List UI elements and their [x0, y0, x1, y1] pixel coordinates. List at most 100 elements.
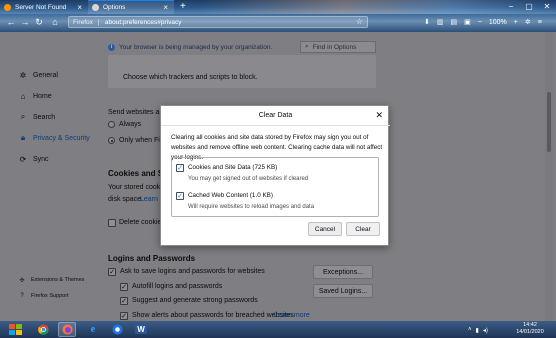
- chevron-up-icon[interactable]: ˄: [468, 327, 472, 333]
- dialog-title: Clear Data: [161, 106, 390, 126]
- tab-close-icon[interactable]: ×: [77, 3, 82, 12]
- close-icon[interactable]: ✕: [375, 110, 383, 121]
- sidebar-footer-label: Firefox Support: [31, 293, 69, 299]
- cached-content-sub: Will require websites to reload images a…: [188, 204, 315, 210]
- zoom-in-icon[interactable]: +: [514, 19, 518, 26]
- dnt-always-radio[interactable]: [108, 121, 115, 128]
- sidebar-item-label: Home: [33, 92, 52, 100]
- puzzle-icon: ✣: [19, 277, 25, 284]
- cancel-button[interactable]: Cancel: [308, 222, 342, 236]
- sidebar-footer-extensions[interactable]: ✣ Extensions & Themes: [18, 275, 84, 285]
- policy-notice[interactable]: i Your browser is being managed by your …: [108, 42, 300, 52]
- start-button[interactable]: [7, 322, 25, 337]
- cookies-text-2: disk space.: [108, 196, 144, 203]
- exceptions-button[interactable]: Exceptions...: [313, 265, 373, 279]
- tab-options[interactable]: Options ×: [88, 0, 174, 14]
- library-icon[interactable]: ▥: [437, 18, 444, 26]
- network-icon[interactable]: ▮: [476, 327, 479, 334]
- dnt-only-radio[interactable]: [108, 137, 115, 144]
- url-text: about:preferences#privacy: [104, 18, 182, 26]
- sidebar-footer-support[interactable]: ? Firefox Support: [18, 291, 69, 301]
- url-brand: Firefox: [73, 18, 99, 26]
- screenshot-icon[interactable]: ▣: [464, 18, 471, 26]
- saved-logins-button[interactable]: Saved Logins...: [313, 284, 373, 298]
- menu-icon[interactable]: ≡: [538, 19, 542, 26]
- zoom-out-icon[interactable]: −: [478, 19, 482, 26]
- volume-icon[interactable]: ◂): [483, 327, 488, 334]
- warning-icon: [4, 3, 11, 11]
- cookies-site-data-checkbox[interactable]: ✓: [176, 164, 184, 172]
- sidebar-item-sync[interactable]: ⟳ Sync: [18, 153, 49, 165]
- windows-logo-icon: [9, 323, 22, 335]
- lock-icon: 🔒︎: [20, 133, 26, 142]
- tab-server-not-found[interactable]: Server Not Found ×: [0, 0, 88, 14]
- sync-icon: ⟳: [19, 154, 27, 164]
- reload-button[interactable]: ↻: [32, 15, 46, 29]
- close-window-button[interactable]: ✕: [538, 0, 556, 14]
- maximize-button[interactable]: ▢: [520, 0, 538, 14]
- downloads-icon[interactable]: ⬇: [424, 18, 430, 26]
- tab-title: Server Not Found: [15, 3, 67, 11]
- alerts-label: Show alerts about passwords for breached…: [132, 312, 294, 319]
- sidebar-item-label: Search: [33, 113, 56, 121]
- cookies-site-data-sub: You may get signed out of websites if cl…: [188, 176, 309, 182]
- sidebar-item-label: Sync: [33, 155, 49, 163]
- clear-data-dialog: Clear Data ✕ Clearing all cookies and si…: [160, 105, 390, 246]
- gear-icon: [92, 4, 99, 11]
- cookies-site-data-label: Cookies and Site Data (725 KB): [188, 164, 278, 171]
- new-tab-button[interactable]: +: [180, 0, 186, 14]
- sidebar-item-search[interactable]: ⌕ Search: [18, 111, 55, 123]
- search-icon: ⌕: [305, 43, 309, 50]
- dialog-options-box: ✓ Cookies and Site Data (725 KB) You may…: [171, 157, 379, 217]
- scroll-thumb[interactable]: [547, 92, 551, 152]
- zoom-level[interactable]: 100%: [489, 19, 507, 26]
- logins-heading: Logins and Passwords: [108, 254, 196, 263]
- back-button[interactable]: ←: [4, 15, 18, 29]
- autofill-label: Autofill logins and passwords: [132, 283, 223, 290]
- clear-button[interactable]: Clear: [346, 222, 380, 236]
- suggest-label: Suggest and generate strong passwords: [132, 297, 258, 304]
- sidebar-footer-label: Extensions & Themes: [31, 277, 85, 283]
- cached-content-checkbox[interactable]: ✓: [176, 192, 184, 200]
- ask-save-checkbox[interactable]: ✓: [108, 268, 116, 276]
- tracker-text: Choose which trackers and scripts to blo…: [123, 74, 258, 81]
- home-icon: ⌂: [20, 91, 26, 101]
- word-icon[interactable]: W: [132, 322, 150, 337]
- tracking-card: [108, 55, 376, 88]
- sidebar-item-privacy[interactable]: 🔒︎ Privacy & Security: [18, 132, 90, 144]
- page-scrollbar[interactable]: [545, 32, 553, 321]
- policy-notice-text: Your browser is being managed by your or…: [119, 43, 273, 51]
- suggest-checkbox[interactable]: ✓: [120, 297, 128, 305]
- sidebar-icon[interactable]: ▤: [451, 18, 458, 26]
- forward-button[interactable]: →: [18, 15, 32, 29]
- chrome-icon[interactable]: [34, 322, 52, 337]
- firefox-icon[interactable]: [58, 322, 76, 337]
- sidebar-item-general[interactable]: ✲ General: [18, 69, 58, 81]
- home-button[interactable]: ⌂: [48, 15, 62, 29]
- minimize-button[interactable]: −: [502, 0, 520, 14]
- system-tray: ˄ ▮ ◂): [468, 323, 488, 337]
- taskbar-clock[interactable]: 14:42 14/01/2020: [512, 322, 548, 336]
- alerts-checkbox[interactable]: ✓: [120, 312, 128, 320]
- alerts-learn-link[interactable]: Learn more: [274, 312, 310, 319]
- find-placeholder: Find in Options: [312, 43, 357, 51]
- clock-time: 14:42: [523, 322, 537, 328]
- clock-date: 14/01/2020: [516, 329, 544, 335]
- autofill-checkbox[interactable]: ✓: [120, 283, 128, 291]
- delete-cookies-checkbox[interactable]: [108, 219, 116, 227]
- url-bar[interactable]: Firefox about:preferences#privacy ☆: [68, 16, 368, 28]
- sidebar-item-label: General: [33, 71, 58, 79]
- browser-icon[interactable]: [108, 322, 126, 337]
- tab-close-icon[interactable]: ×: [163, 3, 168, 12]
- gear-icon[interactable]: ✲: [525, 18, 531, 26]
- ask-save-label: Ask to save logins and passwords for web…: [120, 268, 265, 275]
- cached-content-label: Cached Web Content (1.0 KB): [188, 192, 273, 199]
- internet-explorer-icon[interactable]: e: [84, 322, 102, 337]
- bookmark-star-icon[interactable]: ☆: [356, 17, 363, 26]
- info-icon: i: [108, 43, 115, 51]
- dnt-always-label: Always: [119, 121, 142, 128]
- gear-icon: ✲: [19, 70, 27, 80]
- sidebar-item-home[interactable]: ⌂ Home: [18, 90, 52, 102]
- tab-title: Options: [103, 4, 126, 11]
- find-in-options-input[interactable]: ⌕ Find in Options: [300, 41, 376, 53]
